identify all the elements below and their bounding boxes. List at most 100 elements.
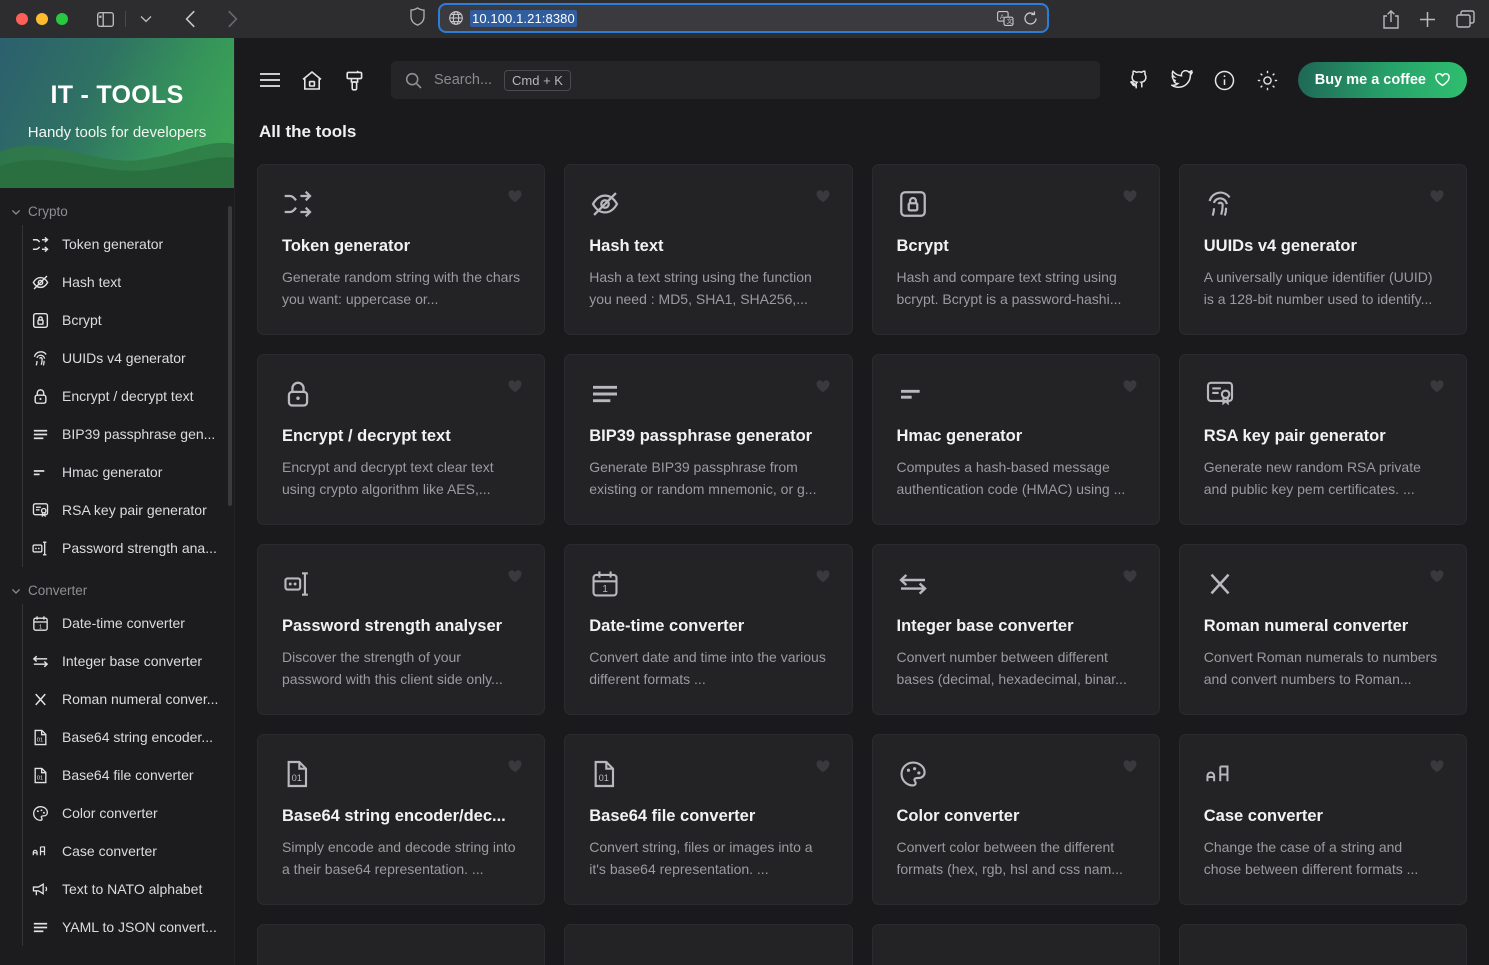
fingerprint-icon [30, 348, 50, 368]
tool-card-next-row[interactable] [564, 924, 852, 965]
favorite-heart-icon[interactable] [1123, 570, 1137, 588]
tool-card-next-row[interactable] [1179, 924, 1467, 965]
sidebar-item-label: Encrypt / decrypt text [62, 388, 194, 404]
sidebar-item-label: Token generator [62, 236, 163, 252]
tool-card-description: Discover the strength of your password w… [282, 647, 520, 690]
home-icon[interactable] [299, 67, 325, 93]
sidebar-item-hash-text[interactable]: Hash text [22, 263, 234, 301]
sidebar-item-base64-string-encoder[interactable]: 01 Base64 string encoder... [22, 718, 234, 756]
tool-card-bcrypt[interactable]: Bcrypt Hash and compare text string usin… [872, 164, 1160, 335]
sidebar-item-yaml-to-json-converter[interactable]: YAML to JSON convert... [22, 908, 234, 946]
favorite-heart-icon[interactable] [816, 570, 830, 588]
sidebar-item-color-converter[interactable]: Color converter [22, 794, 234, 832]
sidebar-group-converter-header[interactable]: Converter [0, 567, 234, 604]
sidebar-group-crypto-header[interactable]: Crypto [0, 188, 234, 225]
favorite-heart-icon[interactable] [1123, 190, 1137, 208]
favorite-heart-icon[interactable] [1430, 190, 1444, 208]
tool-card-bip39-passphrase-generator[interactable]: BIP39 passphrase generator Generate BIP3… [564, 354, 852, 525]
tool-card-base64-string-encoder-decoder[interactable]: 01 Base64 string encoder/dec... Simply e… [257, 734, 545, 905]
tool-card-hash-text[interactable]: Hash text Hash a text string using the f… [564, 164, 852, 335]
favorite-heart-icon[interactable] [508, 570, 522, 588]
tool-card-next-row[interactable] [872, 924, 1160, 965]
favorite-heart-icon[interactable] [508, 380, 522, 398]
sidebar-item-integer-base-converter[interactable]: Integer base converter [22, 642, 234, 680]
share-icon[interactable] [1383, 10, 1399, 29]
reload-icon[interactable] [1023, 11, 1038, 26]
tool-card-title: Password strength analyser [282, 617, 520, 636]
sidebar-toggle-icon[interactable] [92, 6, 118, 32]
tab-overview-icon[interactable] [1456, 10, 1475, 28]
minimize-window-button[interactable] [36, 13, 48, 25]
tool-card-encrypt-decrypt-text[interactable]: Encrypt / decrypt text Encrypt and decry… [257, 354, 545, 525]
favorite-heart-icon[interactable] [1430, 570, 1444, 588]
sun-icon[interactable] [1255, 67, 1281, 93]
sidebar-scrollbar[interactable] [228, 206, 232, 506]
translate-icon[interactable]: A 文 [997, 11, 1014, 26]
close-window-button[interactable] [16, 13, 28, 25]
sidebar-scroll-area[interactable]: Crypto Token generator Hash text [0, 188, 234, 965]
sidebar-item-label: Roman numeral conver... [62, 691, 218, 707]
tool-card-base64-file-converter[interactable]: 01 Base64 file converter Convert string,… [564, 734, 852, 905]
sidebar-item-rsa-key-pair-generator[interactable]: RSA key pair generator [22, 491, 234, 529]
sidebar-item-label: RSA key pair generator [62, 502, 207, 518]
tool-card-color-converter[interactable]: Color converter Convert color between th… [872, 734, 1160, 905]
favorite-heart-icon[interactable] [1430, 380, 1444, 398]
tool-card-rsa-key-pair-generator[interactable]: RSA key pair generator Generate new rand… [1179, 354, 1467, 525]
search-input[interactable]: Search... Cmd + K [391, 61, 1100, 99]
letter-x-icon [1204, 567, 1238, 601]
github-icon[interactable] [1126, 67, 1152, 93]
favorite-heart-icon[interactable] [816, 190, 830, 208]
tool-card-token-generator[interactable]: Token generator Generate random string w… [257, 164, 545, 335]
sidebar-item-base64-file-converter[interactable]: 01 Base64 file converter [22, 756, 234, 794]
heart-outline-icon [1435, 73, 1450, 87]
tool-card-title: Token generator [282, 237, 520, 256]
hamburger-menu-icon[interactable] [257, 67, 283, 93]
sidebar-item-encrypt-decrypt-text[interactable]: Encrypt / decrypt text [22, 377, 234, 415]
new-tab-icon[interactable] [1419, 11, 1436, 28]
sidebar-item-password-strength-analyser[interactable]: Password strength ana... [22, 529, 234, 567]
brand-header[interactable]: IT - TOOLS Handy tools for developers [0, 38, 234, 188]
info-circle-icon[interactable] [1212, 67, 1238, 93]
short-lines-icon [897, 377, 931, 411]
sidebar-item-roman-numeral-converter[interactable]: Roman numeral conver... [22, 680, 234, 718]
sidebar-item-case-converter[interactable]: Case converter [22, 832, 234, 870]
privacy-shield-icon[interactable] [410, 7, 425, 31]
sidebar-item-uuids-v4-generator[interactable]: UUIDs v4 generator [22, 339, 234, 377]
sidebar-item-text-to-nato-alphabet[interactable]: Text to NATO alphabet [22, 870, 234, 908]
lines-icon [30, 424, 50, 444]
arrows-exchange-icon [897, 567, 931, 601]
favorite-heart-icon[interactable] [508, 190, 522, 208]
favorite-heart-icon[interactable] [508, 760, 522, 778]
search-shortcut-badge: Cmd + K [504, 70, 571, 91]
favorite-heart-icon[interactable] [816, 380, 830, 398]
sidebar-item-label: Integer base converter [62, 653, 202, 669]
favorite-heart-icon[interactable] [1430, 760, 1444, 778]
tool-card-hmac-generator[interactable]: Hmac generator Computes a hash-based mes… [872, 354, 1160, 525]
tool-card-next-row[interactable] [257, 924, 545, 965]
tool-card-integer-base-converter[interactable]: Integer base converter Convert number be… [872, 544, 1160, 715]
tool-card-case-converter[interactable]: Case converter Change the case of a stri… [1179, 734, 1467, 905]
sidebar-item-token-generator[interactable]: Token generator [22, 225, 234, 263]
favorite-heart-icon[interactable] [816, 760, 830, 778]
tool-card-roman-numeral-converter[interactable]: Roman numeral converter Convert Roman nu… [1179, 544, 1467, 715]
paint-brush-icon[interactable] [341, 67, 367, 93]
sidebar-item-bip39-passphrase-generator[interactable]: BIP39 passphrase gen... [22, 415, 234, 453]
back-arrow-icon[interactable] [177, 6, 203, 32]
chevron-down-icon[interactable] [133, 6, 159, 32]
favorite-heart-icon[interactable] [1123, 380, 1137, 398]
tool-card-title: Color converter [897, 807, 1135, 826]
address-bar[interactable]: 10.100.1.21:8380 A 文 [438, 3, 1049, 33]
tool-card-password-strength-analyser[interactable]: Password strength analyser Discover the … [257, 544, 545, 715]
forward-arrow-icon[interactable] [219, 6, 245, 32]
zoom-window-button[interactable] [56, 13, 68, 25]
favorite-heart-icon[interactable] [1123, 760, 1137, 778]
tool-card-uuids-v4-generator[interactable]: UUIDs v4 generator A universally unique … [1179, 164, 1467, 335]
tool-card-date-time-converter[interactable]: 1 Date-time converter Convert date and t… [564, 544, 852, 715]
tool-card-title: Integer base converter [897, 617, 1135, 636]
twitter-icon[interactable] [1169, 67, 1195, 93]
url-text[interactable]: 10.100.1.21:8380 [470, 10, 577, 27]
sidebar-item-hmac-generator[interactable]: Hmac generator [22, 453, 234, 491]
buy-me-a-coffee-button[interactable]: Buy me a coffee [1298, 62, 1467, 98]
sidebar-item-date-time-converter[interactable]: 1 Date-time converter [22, 604, 234, 642]
sidebar-item-bcrypt[interactable]: Bcrypt [22, 301, 234, 339]
